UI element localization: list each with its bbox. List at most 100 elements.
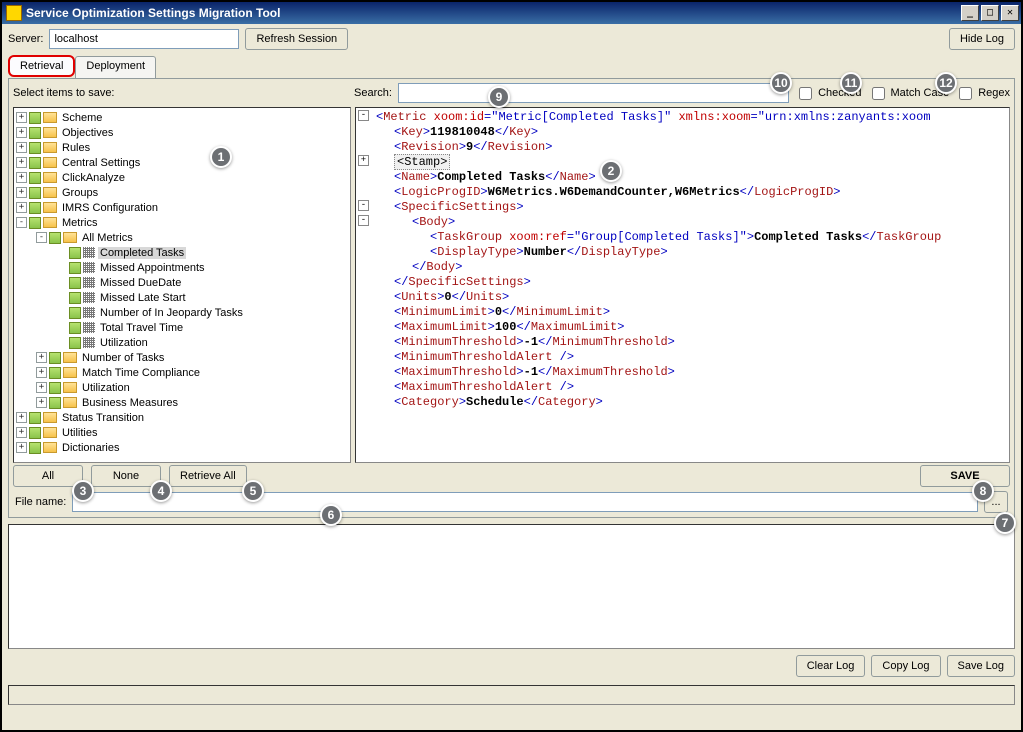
tree-item[interactable]: Missed Late Start [14,290,350,305]
collapse-icon[interactable]: - [16,217,27,228]
tab-deployment[interactable]: Deployment [75,56,156,78]
checkbox-icon[interactable] [69,337,81,349]
checkbox-icon[interactable] [29,157,41,169]
fold-icon[interactable]: + [358,155,369,166]
none-button[interactable]: None [91,465,161,487]
server-input[interactable] [49,29,239,49]
copy-log-button[interactable]: Copy Log [871,655,940,677]
regex-checkbox[interactable] [959,87,972,100]
retrieve-all-button[interactable]: Retrieve All [169,465,247,487]
checkbox-icon[interactable] [69,307,81,319]
expand-icon[interactable]: + [36,397,47,408]
expand-icon[interactable]: + [16,127,27,138]
save-log-button[interactable]: Save Log [947,655,1015,677]
fold-icon[interactable]: - [358,110,369,121]
checkbox-icon[interactable] [49,382,61,394]
tree-item[interactable]: +Rules [14,140,350,155]
checkbox-icon[interactable] [29,172,41,184]
checkbox-icon[interactable] [69,247,81,259]
expand-icon[interactable]: + [16,427,27,438]
checkbox-icon[interactable] [29,142,41,154]
expand-icon[interactable]: + [16,172,27,183]
tab-retrieval[interactable]: Retrieval [8,55,75,77]
expand-icon[interactable]: + [16,187,27,198]
xml-line: </Body> [358,260,1007,275]
xml-preview-pane[interactable]: - <Metric xoom:id="Metric[Completed Task… [355,107,1010,463]
checkbox-icon[interactable] [29,412,41,424]
save-button[interactable]: SAVE [920,465,1010,487]
folder-icon [63,352,77,363]
expand-icon[interactable]: + [16,142,27,153]
tree-item[interactable]: + Scheme [14,110,350,125]
tree-item[interactable]: +Match Time Compliance [14,365,350,380]
file-input[interactable] [72,492,978,512]
tree-label: Scheme [60,112,104,124]
regex-filter[interactable]: Regex [955,84,1010,103]
checkbox-icon[interactable] [29,127,41,139]
expand-icon[interactable]: + [16,112,27,123]
tree-item[interactable]: +Number of Tasks [14,350,350,365]
tree-item[interactable]: +Groups [14,185,350,200]
search-input[interactable] [398,83,789,103]
tree-item[interactable]: +Business Measures [14,395,350,410]
checkbox-icon[interactable] [29,202,41,214]
tree-item[interactable]: Missed DueDate [14,275,350,290]
fold-icon[interactable]: - [358,200,369,211]
expand-icon[interactable]: + [16,412,27,423]
tree-item[interactable]: +Utilities [14,425,350,440]
checkbox-icon[interactable] [69,292,81,304]
expand-icon[interactable]: + [16,157,27,168]
tree-item[interactable]: +IMRS Configuration [14,200,350,215]
tree-item[interactable]: Total Travel Time [14,320,350,335]
checkbox-icon[interactable] [49,397,61,409]
callout-1: 1 [210,146,232,168]
refresh-session-button[interactable]: Refresh Session [245,28,348,50]
checked-checkbox[interactable] [799,87,812,100]
expand-icon[interactable]: + [36,352,47,363]
fold-icon[interactable]: - [358,215,369,226]
xml-line: <MinimumLimit>0</MinimumLimit> [358,305,1007,320]
expand-icon[interactable]: + [36,382,47,393]
checkbox-icon[interactable] [29,187,41,199]
xml-line: <MinimumThreshold>-1</MinimumThreshold> [358,335,1007,350]
all-button[interactable]: All [13,465,83,487]
matchcase-checkbox[interactable] [872,87,885,100]
checkbox-icon[interactable] [29,112,41,124]
tree-item[interactable]: + Utilization [14,380,350,395]
tree-item[interactable]: +ClickAnalyze [14,170,350,185]
clear-log-button[interactable]: Clear Log [796,655,866,677]
tree-item[interactable]: +Dictionaries [14,440,350,455]
collapse-icon[interactable]: - [36,232,47,243]
tree-item[interactable]: Utilization [14,335,350,350]
tree-item[interactable]: -All Metrics [14,230,350,245]
checkbox-icon[interactable] [49,352,61,364]
callout-9: 9 [488,86,510,108]
checkbox-icon[interactable] [69,322,81,334]
tree-item[interactable]: +Objectives [14,125,350,140]
maximize-button[interactable]: □ [981,5,999,21]
tree-item[interactable]: + Status Transition [14,410,350,425]
tree-item[interactable]: -Metrics [14,215,350,230]
tree-label: Status Transition [60,412,146,424]
tree-label: Utilization [80,382,132,394]
tree-item[interactable]: Number of In Jeopardy Tasks [14,305,350,320]
checkbox-icon[interactable] [69,262,81,274]
checkbox-icon[interactable] [49,367,61,379]
tree-pane[interactable]: + Scheme+Objectives+Rules+Central Setting… [13,107,351,463]
tree-item[interactable]: +Central Settings [14,155,350,170]
expand-icon[interactable]: + [16,442,27,453]
checkbox-icon[interactable] [29,427,41,439]
checkbox-icon[interactable] [29,217,41,229]
checkbox-icon[interactable] [69,277,81,289]
close-button[interactable]: ✕ [1001,5,1019,21]
hide-log-button[interactable]: Hide Log [949,28,1015,50]
expand-icon[interactable]: + [16,202,27,213]
checkbox-icon[interactable] [49,232,61,244]
callout-8: 8 [972,480,994,502]
folder-icon [43,127,57,138]
tree-item[interactable]: Completed Tasks [14,245,350,260]
checkbox-icon[interactable] [29,442,41,454]
minimize-button[interactable]: _ [961,5,979,21]
expand-icon[interactable]: + [36,367,47,378]
tree-item[interactable]: Missed Appointments [14,260,350,275]
